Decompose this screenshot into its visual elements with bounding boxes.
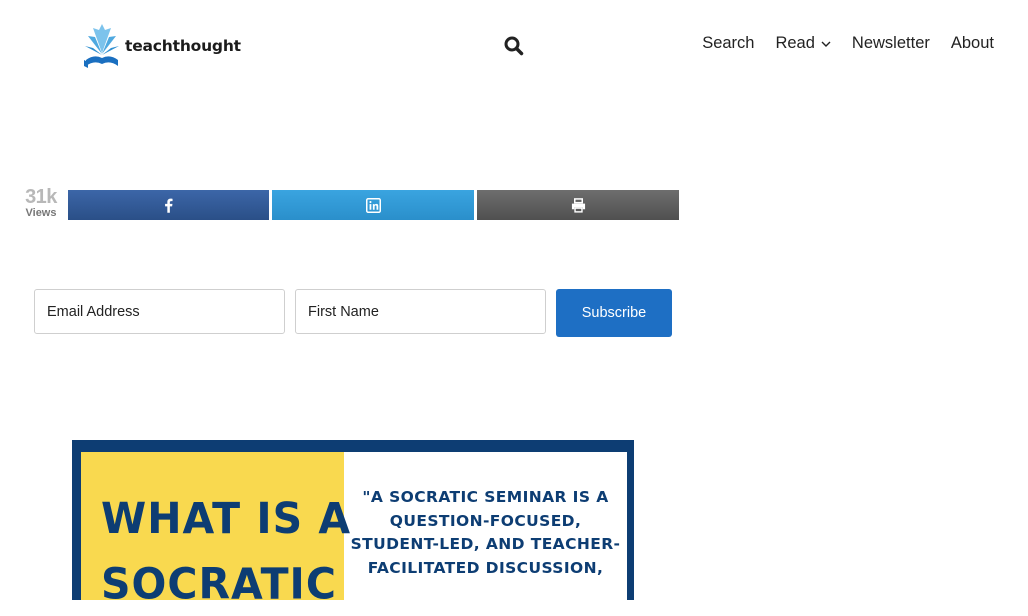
featured-quote-line2: QUESTION-FOCUSED, bbox=[389, 511, 582, 530]
print-icon bbox=[571, 197, 585, 213]
nav-item-read[interactable]: Read bbox=[775, 34, 831, 53]
featured-quote-line1: "A SOCRATIC SEMINAR IS A bbox=[362, 488, 609, 506]
chevron-down-icon bbox=[821, 41, 831, 47]
first-name-field[interactable] bbox=[295, 289, 546, 334]
search-icon bbox=[504, 36, 524, 56]
featured-title-line1: WHAT IS A bbox=[101, 493, 352, 544]
views-label: Views bbox=[25, 207, 57, 219]
nav-item-about[interactable]: About bbox=[951, 34, 994, 53]
nav-item-search[interactable]: Search bbox=[702, 34, 754, 53]
nav-item-read-label: Read bbox=[775, 34, 815, 52]
email-field[interactable] bbox=[34, 289, 285, 334]
search-button[interactable] bbox=[503, 35, 525, 57]
teachthought-logo-icon bbox=[84, 24, 119, 68]
featured-quote-line4: FACILITATED DISCUSSION, bbox=[367, 558, 604, 577]
nav-item-newsletter[interactable]: Newsletter bbox=[852, 34, 930, 53]
facebook-icon bbox=[165, 198, 173, 213]
logo-text: teachthought bbox=[125, 37, 241, 55]
linkedin-icon bbox=[365, 197, 381, 213]
featured-title-line2: SOCRATIC bbox=[101, 558, 337, 609]
featured-quote-line3: STUDENT-LED, AND TEACHER- bbox=[350, 535, 621, 553]
featured-title: WHAT IS A SOCRATIC bbox=[101, 486, 351, 616]
main-nav: Search Read Newsletter About bbox=[702, 34, 994, 53]
view-counter: 31k Views bbox=[22, 186, 60, 219]
share-linkedin-button[interactable] bbox=[272, 190, 474, 220]
featured-quote: "A SOCRATIC SEMINAR IS A QUESTION-FOCUSE… bbox=[344, 486, 627, 580]
featured-image: WHAT IS A SOCRATIC "A SOCRATIC SEMINAR I… bbox=[72, 440, 634, 609]
print-button[interactable] bbox=[477, 190, 679, 220]
subscribe-button[interactable]: Subscribe bbox=[556, 289, 672, 337]
share-facebook-button[interactable] bbox=[68, 190, 269, 220]
site-logo[interactable]: teachthought bbox=[82, 22, 241, 70]
site-header: teachthought Search Read Newsletter Abou… bbox=[0, 0, 1028, 90]
views-count: 31k bbox=[25, 186, 57, 208]
